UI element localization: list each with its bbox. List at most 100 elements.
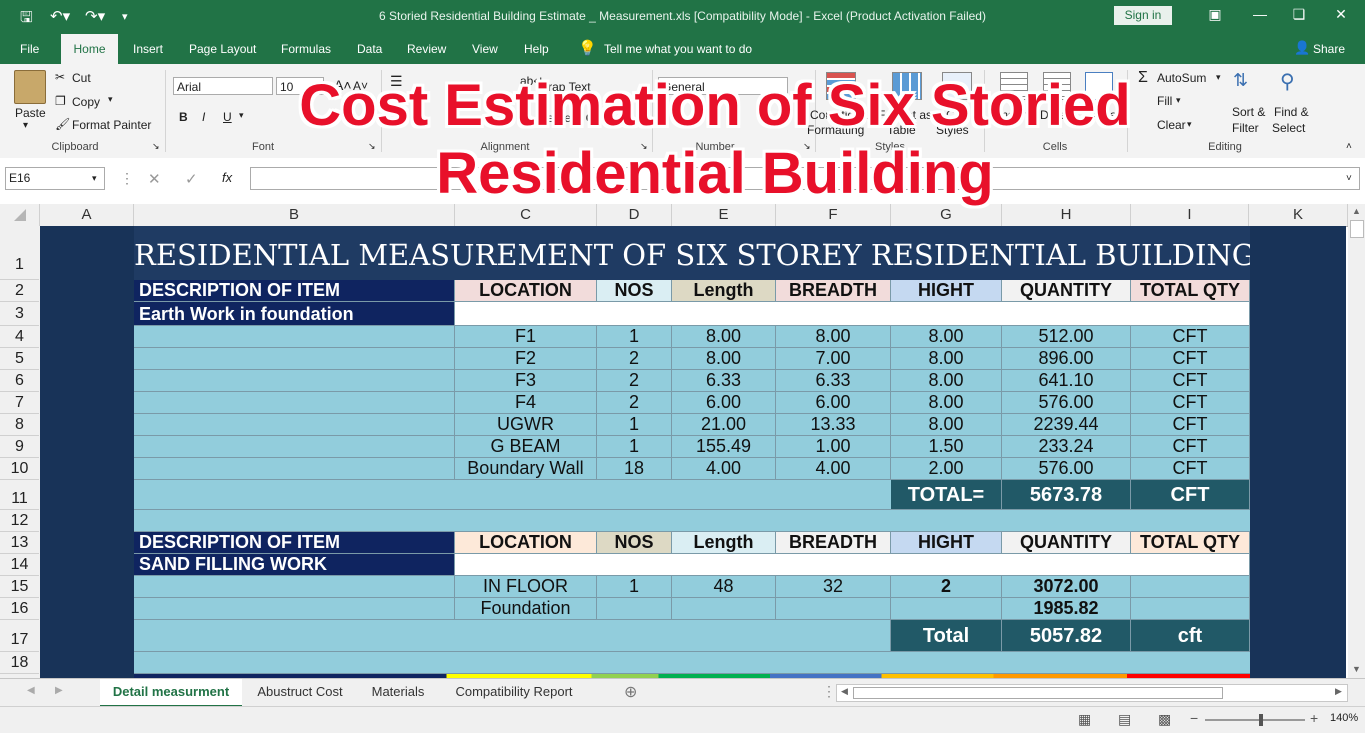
find-select-button[interactable]: Find & bbox=[1274, 105, 1309, 119]
table-cell[interactable]: IN FLOOR bbox=[455, 576, 597, 598]
table-cell[interactable]: 1.50 bbox=[891, 436, 1002, 458]
tab-page-layout[interactable]: Page Layout bbox=[189, 42, 256, 56]
table-cell[interactable] bbox=[776, 598, 891, 620]
name-box[interactable]: E16 bbox=[5, 167, 105, 190]
column-header[interactable]: G bbox=[891, 204, 1002, 226]
table-cell[interactable]: CFT bbox=[1131, 414, 1250, 436]
table-cell[interactable]: 8.00 bbox=[776, 326, 891, 348]
select-all-corner[interactable] bbox=[0, 204, 40, 226]
row-header[interactable]: 16 bbox=[0, 598, 39, 620]
header-quantity[interactable]: QUANTITY bbox=[1002, 280, 1131, 302]
header-description[interactable]: DESCRIPTION OF ITEM bbox=[134, 280, 455, 302]
table-cell[interactable]: 2239.44 bbox=[1002, 414, 1131, 436]
minimize-icon[interactable]: — bbox=[1245, 6, 1275, 22]
restore-icon[interactable]: ❏ bbox=[1284, 6, 1314, 23]
header-length-2[interactable]: Length bbox=[672, 532, 776, 554]
description-cell[interactable] bbox=[134, 598, 455, 620]
horizontal-scrollbar[interactable]: ◀ ▶ bbox=[836, 684, 1348, 702]
table-cell[interactable]: 32 bbox=[776, 576, 891, 598]
sheet-tab-materials[interactable]: Materials bbox=[358, 679, 438, 705]
table-cell[interactable]: 641.10 bbox=[1002, 370, 1131, 392]
table-cell[interactable]: 6.33 bbox=[672, 370, 776, 392]
table-cell[interactable]: Foundation bbox=[455, 598, 597, 620]
header-length[interactable]: Length bbox=[672, 280, 776, 302]
tab-help[interactable]: Help bbox=[524, 42, 549, 56]
blank-row-cells[interactable] bbox=[455, 302, 1250, 326]
name-box-dropdown-icon[interactable]: ▾ bbox=[92, 173, 97, 184]
table-cell[interactable]: CFT bbox=[1131, 370, 1250, 392]
header-nos[interactable]: NOS bbox=[597, 280, 672, 302]
clipboard-launcher-icon[interactable]: ↘ bbox=[152, 141, 160, 152]
table-cell[interactable]: CFT bbox=[1131, 458, 1250, 480]
description-cell[interactable] bbox=[134, 370, 455, 392]
row-header[interactable]: 2 bbox=[0, 280, 39, 302]
row-header[interactable]: 18 bbox=[0, 652, 39, 674]
table-cell[interactable]: 8.00 bbox=[891, 414, 1002, 436]
row-header[interactable]: 10 bbox=[0, 458, 39, 480]
header-location-2[interactable]: LOCATION bbox=[455, 532, 597, 554]
table-cell[interactable]: 2 bbox=[597, 348, 672, 370]
table-cell[interactable]: UGWR bbox=[455, 414, 597, 436]
row-header[interactable]: 17 bbox=[0, 620, 39, 652]
collapse-ribbon-icon[interactable]: ˄ bbox=[1346, 141, 1352, 152]
total-row-blank[interactable] bbox=[134, 620, 891, 652]
table-cell[interactable]: 4.00 bbox=[776, 458, 891, 480]
table-cell[interactable] bbox=[597, 598, 672, 620]
section-sand-filling[interactable]: SAND FILLING WORK bbox=[134, 554, 455, 576]
table-cell[interactable] bbox=[1131, 598, 1250, 620]
scroll-up-icon[interactable]: ▲ bbox=[1352, 206, 1361, 216]
paste-dropdown-icon[interactable]: ▾ bbox=[23, 120, 28, 131]
table-cell[interactable]: 6.00 bbox=[672, 392, 776, 414]
header-quantity-2[interactable]: QUANTITY bbox=[1002, 532, 1131, 554]
table-cell[interactable]: CFT bbox=[1131, 436, 1250, 458]
column-header[interactable]: F bbox=[776, 204, 891, 226]
scroll-left-icon[interactable]: ◀ bbox=[841, 686, 848, 697]
vertical-scroll-thumb[interactable] bbox=[1350, 220, 1364, 238]
total-row-blank[interactable] bbox=[134, 480, 931, 510]
table-cell[interactable]: 8.00 bbox=[891, 326, 1002, 348]
zoom-out-button[interactable]: − bbox=[1190, 710, 1198, 726]
header-nos-2[interactable]: NOS bbox=[597, 532, 672, 554]
tab-insert[interactable]: Insert bbox=[133, 42, 163, 56]
paste-button[interactable]: Paste bbox=[15, 106, 46, 120]
table-cell[interactable]: CFT bbox=[1131, 392, 1250, 414]
new-sheet-icon[interactable]: ⊕ bbox=[624, 682, 637, 702]
table-cell[interactable]: 576.00 bbox=[1002, 458, 1131, 480]
table-cell[interactable] bbox=[891, 598, 1002, 620]
find-select-icon[interactable]: ⚲ bbox=[1280, 69, 1295, 94]
sheet-tab-detail-measurment[interactable]: Detail measurment bbox=[100, 679, 242, 708]
table-cell[interactable]: 1.00 bbox=[776, 436, 891, 458]
header-description-2[interactable]: DESCRIPTION OF ITEM bbox=[134, 532, 455, 554]
row-header[interactable]: 1 bbox=[0, 226, 39, 280]
table-cell[interactable]: G BEAM bbox=[455, 436, 597, 458]
tab-data[interactable]: Data bbox=[357, 42, 382, 56]
description-cell[interactable] bbox=[134, 458, 455, 480]
table-cell[interactable]: Boundary Wall bbox=[455, 458, 597, 480]
save-icon[interactable]: 🖫 bbox=[20, 7, 33, 32]
copy-button[interactable]: Copy bbox=[72, 95, 100, 109]
table-cell[interactable]: CFT bbox=[1131, 348, 1250, 370]
row-header[interactable]: 4 bbox=[0, 326, 39, 348]
row-header[interactable]: 13 bbox=[0, 532, 39, 554]
table-cell[interactable]: 896.00 bbox=[1002, 348, 1131, 370]
section-earth-work[interactable]: Earth Work in foundation bbox=[134, 302, 455, 326]
page-layout-view-icon[interactable]: ▤ bbox=[1118, 711, 1131, 728]
table-cell[interactable]: 18 bbox=[597, 458, 672, 480]
tab-formulas[interactable]: Formulas bbox=[281, 42, 331, 56]
scroll-right-icon[interactable]: ▶ bbox=[1335, 686, 1342, 697]
table-cell[interactable]: 4.00 bbox=[672, 458, 776, 480]
table-cell[interactable] bbox=[672, 598, 776, 620]
table-cell[interactable]: 3072.00 bbox=[1002, 576, 1131, 598]
table-cell[interactable]: CFT bbox=[1131, 326, 1250, 348]
tab-file[interactable]: File bbox=[20, 42, 39, 56]
row-header[interactable]: 12 bbox=[0, 510, 39, 532]
row-header[interactable]: 5 bbox=[0, 348, 39, 370]
row-header[interactable]: 9 bbox=[0, 436, 39, 458]
total1-value[interactable]: 5673.78 bbox=[1002, 480, 1131, 510]
table-cell[interactable]: 2.00 bbox=[891, 458, 1002, 480]
header-breadth-2[interactable]: BREADTH bbox=[776, 532, 891, 554]
sheet-next-icon[interactable]: ▶ bbox=[55, 685, 63, 696]
table-cell[interactable]: F3 bbox=[455, 370, 597, 392]
table-cell[interactable]: 7.00 bbox=[776, 348, 891, 370]
table-cell[interactable]: 6.00 bbox=[776, 392, 891, 414]
